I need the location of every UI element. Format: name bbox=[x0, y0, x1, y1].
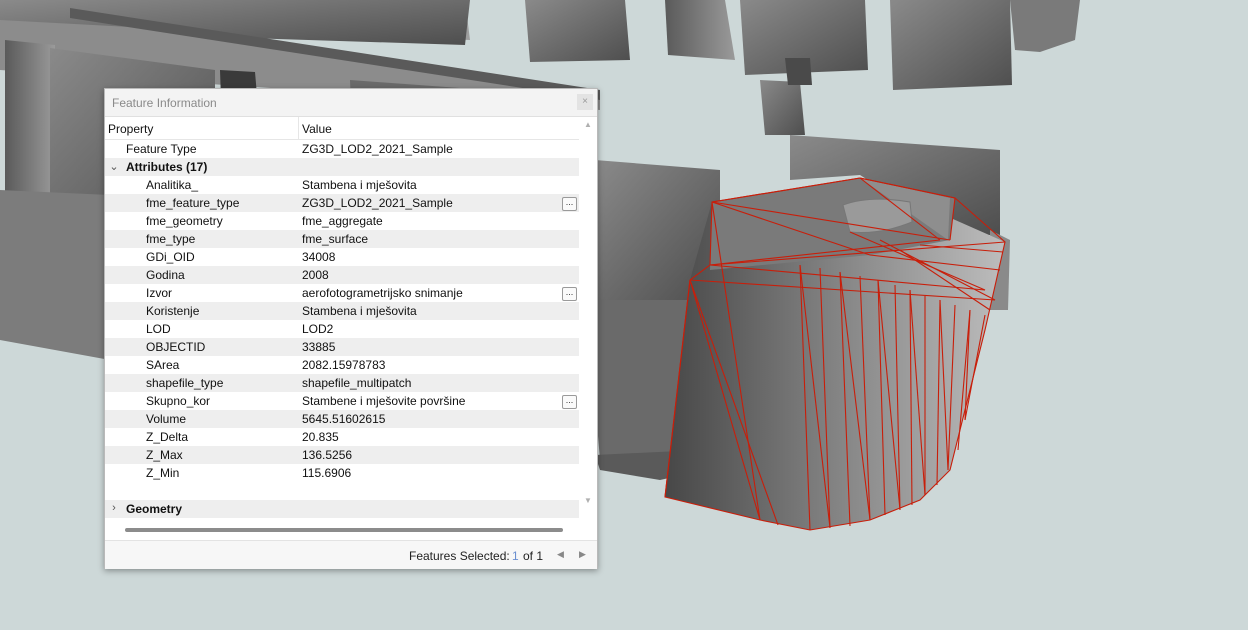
attribute-row[interactable]: fme_geometry fme_aggregate bbox=[105, 212, 579, 230]
attribute-row[interactable]: SArea 2082.15978783 bbox=[105, 356, 579, 374]
attribute-row[interactable]: Z_Min 115.6906 bbox=[105, 464, 579, 482]
property-name: fme_feature_type bbox=[146, 196, 240, 210]
attribute-row[interactable]: Z_Max 136.5256 bbox=[105, 446, 579, 464]
property-value: 2008 bbox=[302, 268, 329, 282]
horizontal-scrollbar[interactable] bbox=[125, 528, 563, 532]
grid-header: Property Value bbox=[105, 117, 579, 140]
property-name: Analitika_ bbox=[146, 178, 199, 192]
attribute-row[interactable]: Volume 5645.51602615 bbox=[105, 410, 579, 428]
chevron-down-icon[interactable]: ⌄ bbox=[109, 160, 119, 173]
property-value: 2082.15978783 bbox=[302, 358, 386, 372]
property-name: SArea bbox=[146, 358, 180, 372]
property-name: Koristenje bbox=[146, 304, 200, 318]
property-value: 136.5256 bbox=[302, 448, 353, 462]
attribute-row[interactable]: shapefile_type shapefile_multipatch bbox=[105, 374, 579, 392]
geometry-group-row[interactable]: › Geometry bbox=[105, 500, 579, 518]
expand-value-button[interactable]: ... bbox=[562, 287, 577, 301]
property-value: 20.835 bbox=[302, 430, 339, 444]
selected-feature-highlight[interactable] bbox=[664, 177, 1006, 531]
property-value: ZG3D_LOD2_2021_Sample bbox=[302, 142, 453, 156]
triangle-right-icon[interactable]: ▶ bbox=[579, 549, 586, 560]
property-name: LOD bbox=[146, 322, 171, 336]
attributes-group-row[interactable]: ⌄ Attributes (17) bbox=[105, 158, 579, 176]
attribute-row[interactable]: Izvor aerofotogrametrijsko snimanje... bbox=[105, 284, 579, 302]
features-selected-label: Features Selected: bbox=[409, 549, 510, 563]
group-label: Attributes (17) bbox=[126, 160, 208, 174]
attribute-row[interactable]: Godina 2008 bbox=[105, 266, 579, 284]
property-name: fme_type bbox=[146, 232, 196, 246]
vertical-scrollbar[interactable]: ▲ ▼ bbox=[580, 117, 596, 519]
close-icon: × bbox=[582, 96, 588, 107]
property-name: Z_Max bbox=[146, 448, 183, 462]
property-value: Stambene i mješovite površine bbox=[302, 394, 466, 408]
current-feature-index[interactable]: 1 bbox=[512, 549, 519, 563]
attribute-row[interactable]: fme_type fme_surface bbox=[105, 230, 579, 248]
property-name: Volume bbox=[146, 412, 187, 426]
property-value: Stambena i mješovita bbox=[302, 304, 417, 318]
property-name: Z_Min bbox=[146, 466, 180, 480]
column-divider[interactable] bbox=[298, 117, 299, 139]
feature-information-panel: Feature Information × Property Value Fea… bbox=[104, 88, 598, 569]
panel-footer: Features Selected: 1 of 1 ◀ ▶ bbox=[105, 540, 597, 569]
column-header-property[interactable]: Property bbox=[108, 122, 153, 136]
property-value: shapefile_multipatch bbox=[302, 376, 412, 390]
property-value: ZG3D_LOD2_2021_Sample bbox=[302, 196, 453, 210]
panel-title: Feature Information bbox=[112, 96, 217, 110]
attribute-row[interactable]: Z_Delta 20.835 bbox=[105, 428, 579, 446]
scroll-down-icon[interactable]: ▼ bbox=[584, 496, 592, 505]
feature-total: of 1 bbox=[523, 549, 544, 563]
chevron-right-icon[interactable]: › bbox=[109, 502, 119, 514]
attribute-row[interactable]: Koristenje Stambena i mješovita bbox=[105, 302, 579, 320]
property-name: Z_Delta bbox=[146, 430, 189, 444]
attribute-row[interactable]: Analitika_ Stambena i mješovita bbox=[105, 176, 579, 194]
property-value: LOD2 bbox=[302, 322, 334, 336]
close-button[interactable]: × bbox=[577, 94, 593, 110]
property-value: Stambena i mješovita bbox=[302, 178, 417, 192]
attribute-row[interactable]: GDi_OID 34008 bbox=[105, 248, 579, 266]
attribute-row[interactable]: OBJECTID 33885 bbox=[105, 338, 579, 356]
property-name: shapefile_type bbox=[146, 376, 224, 390]
property-name: OBJECTID bbox=[146, 340, 206, 354]
property-value: 34008 bbox=[302, 250, 336, 264]
triangle-left-icon[interactable]: ◀ bbox=[557, 549, 564, 560]
property-name: Izvor bbox=[146, 286, 173, 300]
panel-titlebar[interactable]: Feature Information × bbox=[105, 89, 597, 117]
expand-value-button[interactable]: ... bbox=[562, 395, 577, 409]
property-grid: Property Value Feature Type ZG3D_LOD2_20… bbox=[105, 117, 579, 519]
property-name: Feature Type bbox=[126, 142, 197, 156]
attribute-row[interactable]: Skupno_kor Stambene i mješovite površine.… bbox=[105, 392, 579, 410]
property-value: 115.6906 bbox=[302, 466, 352, 480]
property-value: fme_surface bbox=[302, 232, 369, 246]
attribute-row[interactable]: fme_feature_type ZG3D_LOD2_2021_Sample... bbox=[105, 194, 579, 212]
property-value: 5645.51602615 bbox=[302, 412, 386, 426]
column-header-value[interactable]: Value bbox=[302, 122, 332, 136]
expand-value-button[interactable]: ... bbox=[562, 197, 577, 211]
property-value: 33885 bbox=[302, 340, 336, 354]
property-name: Skupno_kor bbox=[146, 394, 211, 408]
attribute-row[interactable]: LOD LOD2 bbox=[105, 320, 579, 338]
group-label: Geometry bbox=[126, 502, 183, 516]
property-name: GDi_OID bbox=[146, 250, 195, 264]
feature-type-row[interactable]: Feature Type ZG3D_LOD2_2021_Sample bbox=[105, 140, 579, 158]
property-value: fme_aggregate bbox=[302, 214, 383, 228]
property-name: Godina bbox=[146, 268, 185, 282]
property-name: fme_geometry bbox=[146, 214, 223, 228]
scroll-up-icon[interactable]: ▲ bbox=[584, 120, 592, 129]
property-value: aerofotogrametrijsko snimanje bbox=[302, 286, 463, 300]
